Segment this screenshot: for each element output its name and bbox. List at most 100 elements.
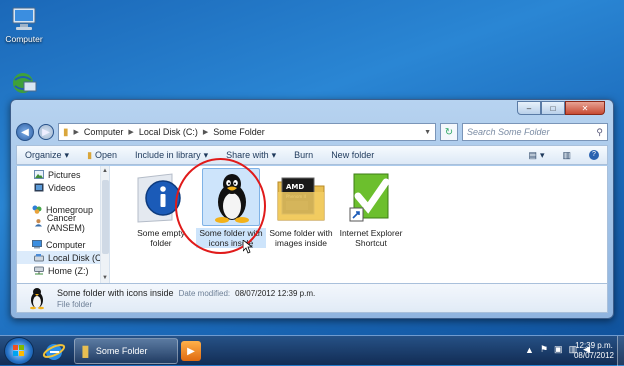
taskbar-window-label: Some Folder xyxy=(95,346,148,356)
search-placeholder: Search Some Folder xyxy=(467,127,550,137)
dropdown-arrow-icon: ▾ xyxy=(64,149,70,160)
content-area: Pictures Videos Homegroup Cancer (ANSEM)… xyxy=(16,166,608,283)
nav-label: Computer xyxy=(46,239,86,250)
open-label: Open xyxy=(95,150,118,160)
search-input[interactable]: Search Some Folder ⚲ xyxy=(462,123,608,141)
nav-item-pictures[interactable]: Pictures xyxy=(17,168,109,181)
back-button[interactable]: ◀ xyxy=(16,123,34,141)
computer-icon xyxy=(10,6,38,32)
share-with-button[interactable]: Share with ▾ xyxy=(226,150,276,161)
taskbar: ▮ Some Folder ▶ ▲ ⚑ ▣ ▥ ◀ 12:39 p.m. 08/… xyxy=(0,335,624,366)
minimize-button[interactable]: – xyxy=(517,101,541,115)
include-in-library-button[interactable]: Include in library ▾ xyxy=(135,150,208,161)
action-center-flag-icon[interactable]: ⚑ xyxy=(540,344,548,355)
nav-label: Pictures xyxy=(48,169,81,180)
checkmark-shortcut-icon xyxy=(342,168,400,226)
chevron-right-icon[interactable]: ▶ xyxy=(74,128,79,136)
file-label: Some folder with images inside xyxy=(269,228,333,248)
nav-item-local-disk[interactable]: Local Disk (C:) xyxy=(17,251,109,264)
preview-pane-icon: ▥ xyxy=(562,149,571,160)
computer-icon xyxy=(32,240,42,249)
open-button[interactable]: ▮ Open xyxy=(87,150,117,161)
desktop-icon-computer[interactable]: Computer xyxy=(0,6,48,44)
clock-time: 12:39 p.m. xyxy=(575,341,613,350)
svg-text:AMD: AMD xyxy=(286,183,304,191)
burn-label: Burn xyxy=(294,150,314,160)
desktop-icon-label: Computer xyxy=(5,34,43,44)
address-history-dropdown[interactable]: ▼ xyxy=(424,129,435,136)
share-label: Share with xyxy=(226,150,269,160)
scroll-thumb[interactable] xyxy=(102,180,109,254)
chevron-right-icon[interactable]: ▶ xyxy=(203,128,208,136)
play-icon: ▶ xyxy=(187,345,195,357)
dropdown-arrow-icon: ▾ xyxy=(271,149,277,160)
caption-buttons: – □ ✕ xyxy=(517,101,605,115)
help-button[interactable]: ? xyxy=(589,150,599,160)
explorer-window[interactable]: – □ ✕ ◀ ▶ ▮ ▶ Computer ▶ Local Disk (C:)… xyxy=(10,99,614,319)
nav-scrollbar[interactable]: ▲ ▼ xyxy=(100,166,109,283)
details-pane: Some folder with icons inside Date modif… xyxy=(16,283,608,313)
nav-label: Local Disk (C:) xyxy=(48,252,108,263)
maximize-button[interactable]: □ xyxy=(541,101,565,115)
include-label: Include in library xyxy=(135,150,201,160)
organize-label: Organize xyxy=(25,150,62,160)
scroll-up-icon[interactable]: ▲ xyxy=(102,168,108,174)
file-item-internet-explorer-shortcut[interactable]: Internet Explorer Shortcut xyxy=(336,168,406,248)
nav-item-home-z[interactable]: Home (Z:) xyxy=(17,264,109,277)
file-item-some-folder-with-images-inside[interactable]: AMDPhenom II Some folder with images ins… xyxy=(266,168,336,248)
internet-explorer-icon xyxy=(42,344,66,360)
network-icon xyxy=(10,70,38,96)
change-view-button[interactable]: ▤ ▾ xyxy=(528,150,544,161)
address-bar[interactable]: ▮ ▶ Computer ▶ Local Disk (C:) ▶ Some Fo… xyxy=(58,123,436,141)
scroll-down-icon[interactable]: ▼ xyxy=(102,275,108,281)
show-hidden-icons-button[interactable]: ▲ xyxy=(525,345,534,355)
windows-logo-icon xyxy=(13,345,24,356)
nav-item-videos[interactable]: Videos xyxy=(17,181,109,194)
amd-folder-icon: AMDPhenom II xyxy=(272,168,330,226)
drive-icon xyxy=(34,254,44,262)
folder-open-icon: ▮ xyxy=(87,149,93,160)
new-folder-label: New folder xyxy=(331,150,375,160)
nav-label: Home (Z:) xyxy=(48,265,89,276)
preview-pane-button[interactable]: ▥ xyxy=(562,150,571,161)
refresh-icon: ↻ xyxy=(444,126,454,138)
help-icon: ? xyxy=(589,150,599,160)
user-icon xyxy=(34,219,43,227)
file-label: Internet Explorer Shortcut xyxy=(339,228,403,248)
nav-label: Videos xyxy=(48,182,76,193)
breadcrumb-some-folder[interactable]: Some Folder xyxy=(213,127,265,137)
display-icon[interactable]: ▣ xyxy=(554,344,563,355)
breadcrumb-local-disk[interactable]: Local Disk (C:) xyxy=(139,127,198,137)
new-folder-button[interactable]: New folder xyxy=(331,150,374,160)
chevron-right-icon[interactable]: ▶ xyxy=(128,128,133,136)
address-row: ◀ ▶ ▮ ▶ Computer ▶ Local Disk (C:) ▶ Som… xyxy=(16,122,608,142)
details-date-value: 08/07/2012 12:39 p.m. xyxy=(235,288,316,298)
taskbar-window-some-folder[interactable]: ▮ Some Folder xyxy=(74,338,178,364)
media-player-pinned-button[interactable]: ▶ xyxy=(181,341,201,361)
details-type: File folder xyxy=(57,299,93,309)
ie-pinned-button[interactable] xyxy=(42,339,66,363)
nav-item-cancer-ansem[interactable]: Cancer (ANSEM) xyxy=(17,213,109,233)
details-date-label: Date modified: xyxy=(178,288,231,298)
videos-icon xyxy=(34,183,44,192)
close-button[interactable]: ✕ xyxy=(565,101,605,115)
show-desktop-button[interactable] xyxy=(617,336,624,366)
breadcrumb-computer[interactable]: Computer xyxy=(84,127,124,137)
burn-button[interactable]: Burn xyxy=(294,150,313,160)
command-bar: Organize ▾ ▮ Open Include in library ▾ Shar… xyxy=(16,145,608,165)
search-icon: ⚲ xyxy=(596,126,603,137)
folder-icon: ▮ xyxy=(81,343,90,360)
view-icon: ▤ xyxy=(528,149,537,160)
clock[interactable]: 12:39 p.m. 08/07/2012 xyxy=(574,341,614,361)
mouse-cursor-icon xyxy=(243,240,253,254)
nav-item-computer[interactable]: Computer xyxy=(17,238,109,251)
homegroup-icon xyxy=(32,205,42,214)
back-arrow-icon: ◀ xyxy=(21,126,29,138)
start-button[interactable] xyxy=(4,337,34,365)
organize-button[interactable]: Organize ▾ xyxy=(25,150,69,161)
desktop-icon-network[interactable] xyxy=(0,70,48,98)
refresh-button[interactable]: ↻ xyxy=(440,123,458,141)
forward-button[interactable]: ▶ xyxy=(38,124,54,140)
navigation-pane: Pictures Videos Homegroup Cancer (ANSEM)… xyxy=(17,166,110,283)
network-drive-icon xyxy=(34,266,44,275)
